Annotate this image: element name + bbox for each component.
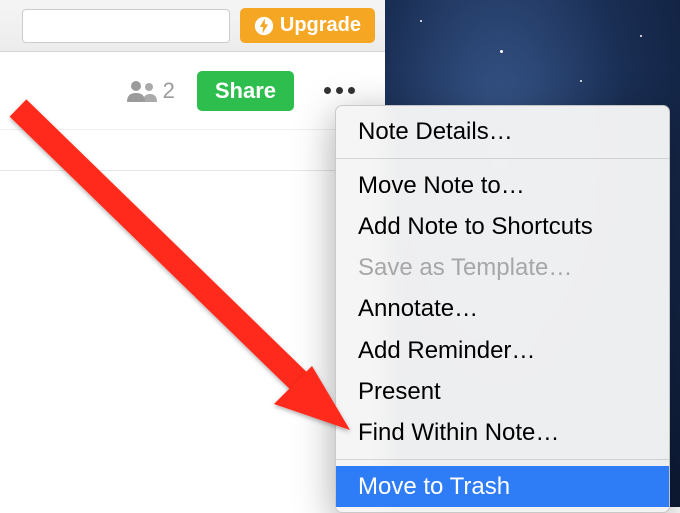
dot-icon bbox=[324, 87, 331, 94]
upgrade-label: Upgrade bbox=[280, 14, 361, 37]
more-actions-button[interactable] bbox=[316, 79, 363, 102]
share-button[interactable]: Share bbox=[197, 71, 294, 111]
dot-icon bbox=[348, 87, 355, 94]
bolt-icon bbox=[254, 16, 274, 36]
upgrade-button[interactable]: Upgrade bbox=[240, 8, 375, 43]
menu-item-annotate[interactable]: Annotate… bbox=[336, 288, 669, 329]
collaborator-count: 2 bbox=[163, 78, 175, 104]
share-label: Share bbox=[215, 78, 276, 103]
people-icon bbox=[125, 79, 159, 103]
menu-item-find-within[interactable]: Find Within Note… bbox=[336, 412, 669, 453]
collaborators-indicator[interactable]: 2 bbox=[125, 78, 175, 104]
dot-icon bbox=[336, 87, 343, 94]
menu-item-note-details[interactable]: Note Details… bbox=[336, 111, 669, 152]
menu-item-move-note[interactable]: Move Note to… bbox=[336, 165, 669, 206]
note-toolbar: 2 Share bbox=[0, 52, 385, 130]
app-window: Upgrade 2 Share bbox=[0, 0, 385, 507]
menu-separator bbox=[336, 158, 669, 159]
search-input[interactable] bbox=[22, 9, 230, 43]
menu-item-add-shortcut[interactable]: Add Note to Shortcuts bbox=[336, 206, 669, 247]
menu-separator bbox=[336, 459, 669, 460]
context-menu: Note Details… Move Note to… Add Note to … bbox=[335, 105, 670, 513]
title-bar: Upgrade bbox=[0, 0, 385, 52]
menu-item-move-to-trash[interactable]: Move to Trash bbox=[336, 466, 669, 507]
menu-item-present[interactable]: Present bbox=[336, 371, 669, 412]
menu-item-save-template: Save as Template… bbox=[336, 247, 669, 288]
menu-item-add-reminder[interactable]: Add Reminder… bbox=[336, 330, 669, 371]
divider bbox=[0, 170, 385, 171]
